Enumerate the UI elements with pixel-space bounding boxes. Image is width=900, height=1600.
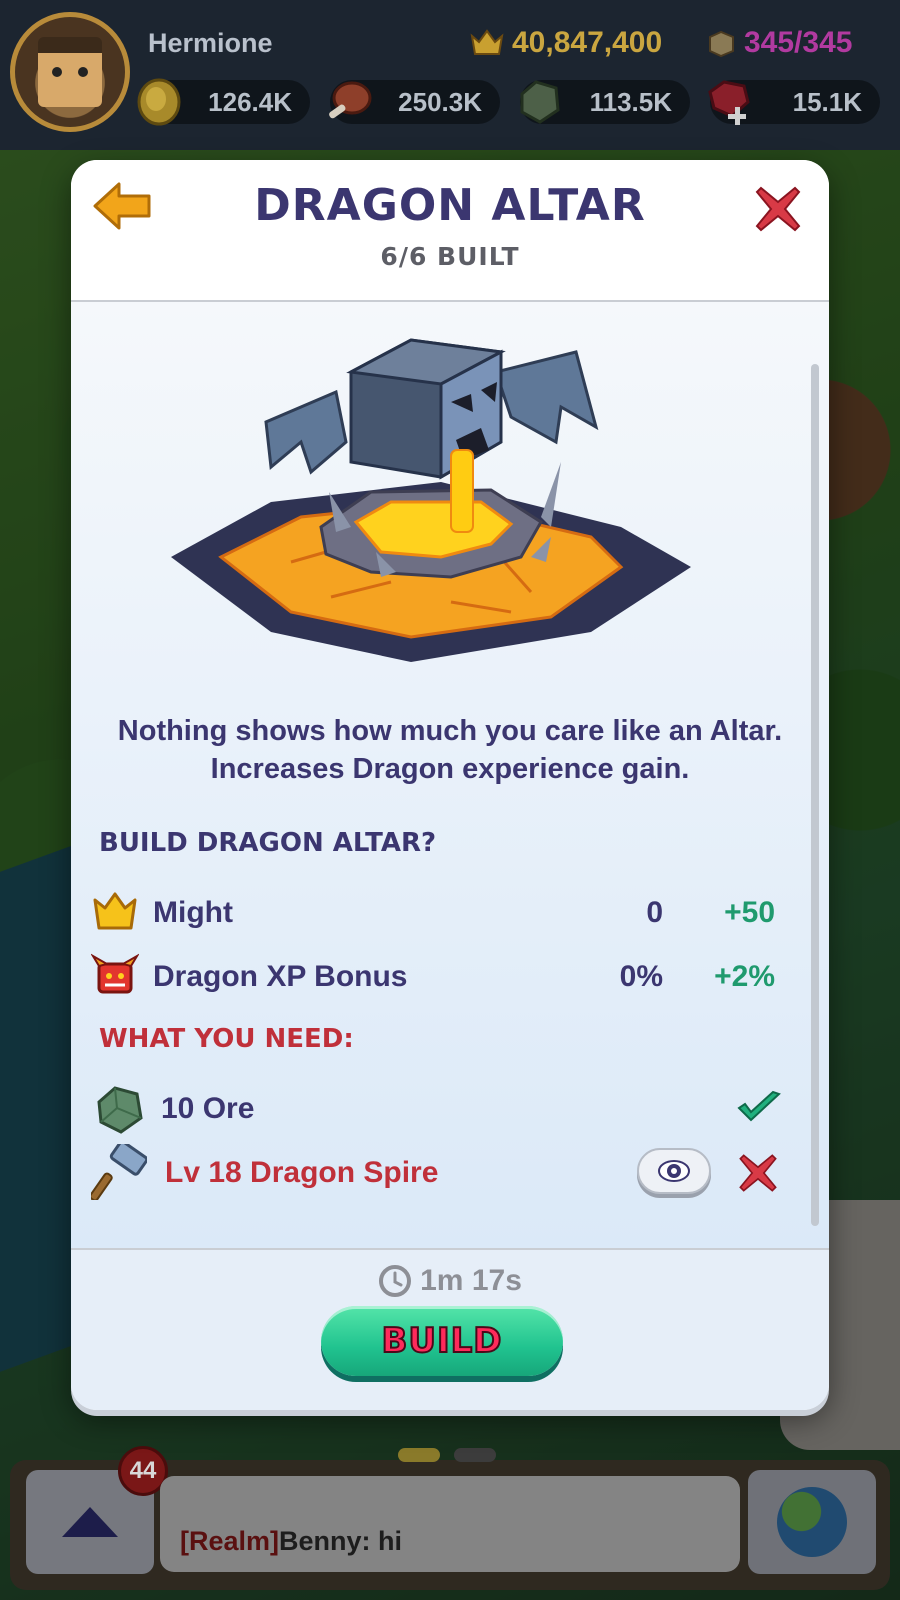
build-button[interactable]: BUILD xyxy=(321,1306,563,1376)
ore-icon xyxy=(97,1086,143,1134)
requirement-ore: 10 Ore xyxy=(91,1080,791,1140)
requirement-label: Lv 18 Dragon Spire xyxy=(165,1156,439,1189)
world-map-button[interactable] xyxy=(748,1470,876,1574)
ore-value: 113.5K xyxy=(589,87,672,117)
stat-row-dragon-xp: Dragon XP Bonus 0% +2% xyxy=(91,950,791,1006)
gold-value: 126.4K xyxy=(208,87,292,117)
globe-icon xyxy=(777,1487,847,1557)
ruby-plus-icon xyxy=(708,80,750,125)
modal-body: Nothing shows how much you care like an … xyxy=(71,302,829,1248)
building-modal: DRAGON ALTAR 6/6 BUILT Nothing shows how… xyxy=(71,160,829,1410)
build-timer: 1m 17s xyxy=(71,1264,829,1298)
dragon-head-icon xyxy=(91,953,139,994)
clock-icon xyxy=(379,1265,412,1297)
bottom-bar: 44 [Realm]Benny: hi xyxy=(0,1440,900,1600)
crate-icon xyxy=(709,30,734,58)
stat-current: 0% xyxy=(619,960,663,993)
stat-increase: +50 xyxy=(724,896,775,929)
view-requirement-button[interactable] xyxy=(637,1148,711,1194)
scrollbar[interactable] xyxy=(811,364,819,1226)
hammer-icon xyxy=(91,1144,147,1200)
build-section-title: BUILD DRAGON ALTAR? xyxy=(99,828,437,858)
page-indicator xyxy=(398,1448,496,1462)
might-total[interactable]: 40,847,400 xyxy=(470,26,662,60)
avatar-face xyxy=(38,37,102,107)
ore-icon xyxy=(520,80,560,124)
gold-coin-icon xyxy=(137,78,181,126)
resource-gold[interactable]: 126.4K xyxy=(137,78,310,126)
modal-header: DRAGON ALTAR 6/6 BUILT xyxy=(71,160,829,302)
meat-icon xyxy=(329,81,372,119)
chat-channel: [Realm] xyxy=(180,1526,280,1556)
crown-icon xyxy=(93,892,137,930)
resource-food[interactable]: 250.3K xyxy=(329,80,500,124)
stat-label: Might xyxy=(153,896,233,929)
resource-ore[interactable]: 113.5K xyxy=(520,80,690,124)
top-hud: Hermione 40,847,400 345/345 126.4K 250.3… xyxy=(0,0,900,150)
chat-message: Benny: hi xyxy=(279,1526,403,1556)
build-button-label: BUILD xyxy=(380,1320,503,1362)
modal-title: DRAGON ALTAR xyxy=(254,180,646,231)
player-name: Hermione xyxy=(148,28,273,58)
building-description: Nothing shows how much you care like an … xyxy=(117,715,783,785)
up-arrow-icon xyxy=(62,1507,118,1537)
stat-row-might: Might 0 +50 xyxy=(91,886,791,942)
player-avatar[interactable] xyxy=(10,12,130,132)
capacity-value: 345/345 xyxy=(744,26,853,59)
stat-increase: +2% xyxy=(714,960,775,993)
stat-label: Dragon XP Bonus xyxy=(153,960,408,993)
requirement-label: 10 Ore xyxy=(161,1092,255,1125)
crown-icon xyxy=(470,29,504,55)
page-dot xyxy=(398,1448,440,1462)
page-dot xyxy=(454,1448,496,1462)
might-total-value: 40,847,400 xyxy=(512,26,663,59)
modal-footer: 1m 17s BUILD xyxy=(71,1248,829,1410)
gems-value: 15.1K xyxy=(792,87,862,117)
close-icon[interactable] xyxy=(753,184,803,234)
chat-line: [Realm]Benny: hi xyxy=(180,1526,402,1557)
food-value: 250.3K xyxy=(398,87,482,117)
resource-gems[interactable]: 15.1K xyxy=(708,80,880,125)
timer-value: 1m 17s xyxy=(420,1264,522,1297)
checkmark-icon xyxy=(737,1090,781,1122)
eye-icon xyxy=(658,1160,690,1182)
built-count: 6/6 BUILT xyxy=(380,242,520,271)
capacity-counter[interactable]: 345/345 xyxy=(706,26,852,60)
dragon-altar-illustration xyxy=(171,338,691,662)
chat-preview[interactable] xyxy=(160,1476,740,1572)
requirements-section-title: WHAT YOU NEED: xyxy=(99,1024,354,1054)
requirement-dragon-spire: Lv 18 Dragon Spire xyxy=(91,1144,791,1204)
unmet-x-icon xyxy=(739,1154,777,1192)
stat-current: 0 xyxy=(646,896,663,929)
